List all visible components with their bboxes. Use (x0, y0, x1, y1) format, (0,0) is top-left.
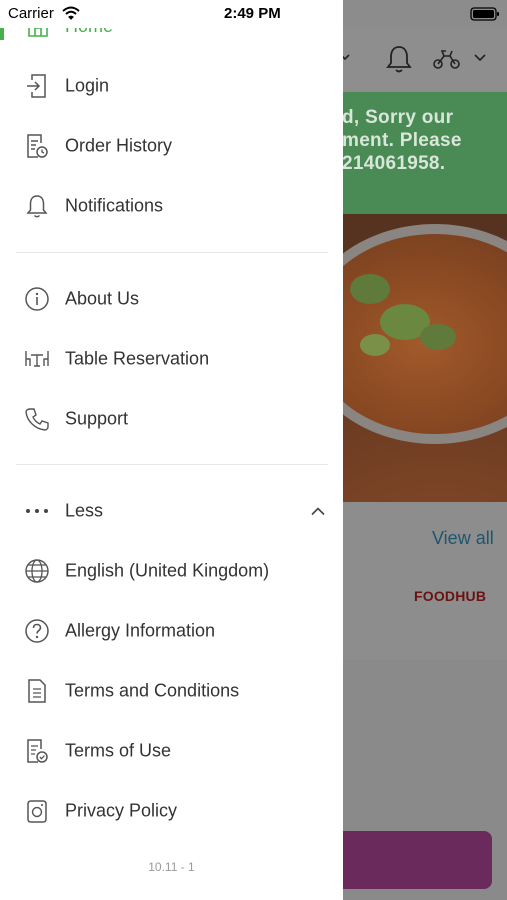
bell-icon[interactable] (386, 44, 412, 74)
navigation-drawer: Home Login Order History (0, 0, 343, 900)
drawer-item-label: About Us (65, 288, 140, 309)
drawer-item-label: Login (65, 75, 110, 96)
drawer-item-less[interactable]: Less (0, 483, 343, 539)
chevron-down-icon[interactable] (474, 54, 486, 62)
drawer-item-about-us[interactable]: About Us (0, 271, 343, 327)
drawer-item-privacy-policy[interactable]: Privacy Policy (0, 783, 343, 839)
drawer-item-label: Support (65, 408, 129, 429)
divider (16, 252, 328, 253)
question-icon (24, 618, 50, 644)
drawer-item-language[interactable]: English (United Kingdom) (0, 543, 343, 599)
drawer-item-label: Terms of Use (65, 740, 172, 761)
drawer-item-login[interactable]: Login (0, 58, 343, 114)
drawer-item-label: Allergy Information (65, 620, 216, 641)
more-dots-icon (24, 498, 50, 524)
drawer-item-order-history[interactable]: Order History (0, 118, 343, 174)
foodhub-logo: FOODHUB (414, 588, 487, 604)
view-all-link[interactable]: View all (432, 528, 494, 549)
drawer-item-label: Table Reservation (65, 348, 210, 369)
drawer-item-terms-of-use[interactable]: Terms of Use (0, 723, 343, 779)
wifi-icon (62, 6, 80, 20)
battery-icon (470, 7, 499, 21)
drawer-item-label: Notifications (65, 195, 164, 216)
chevron-up-icon (311, 507, 325, 516)
status-bar: Carrier 2:49 PM (0, 0, 507, 28)
bell-icon (24, 193, 50, 219)
app-version: 10.11 - 1 (148, 860, 195, 874)
info-icon (24, 286, 50, 312)
drawer-item-label: Less (65, 500, 104, 521)
login-icon (24, 73, 50, 99)
carrier-label: Carrier (8, 5, 54, 22)
divider (16, 464, 328, 465)
drawer-item-notifications[interactable]: Notifications (0, 178, 343, 234)
globe-icon (24, 558, 50, 584)
document-check-icon (24, 738, 50, 764)
drawer-item-label: English (United Kingdom) (65, 560, 270, 581)
drawer-item-table-reservation[interactable]: Table Reservation (0, 331, 343, 387)
drawer-item-label: Order History (65, 135, 173, 156)
table-icon (24, 346, 50, 372)
order-history-icon (24, 133, 50, 159)
notice-banner-text: d, Sorry our ment. Please 214061958. (342, 107, 462, 174)
drawer-item-terms-and-conditions[interactable]: Terms and Conditions (0, 663, 343, 719)
document-icon (24, 678, 50, 704)
status-time: 2:49 PM (224, 5, 281, 22)
phone-icon (24, 406, 50, 432)
drawer-item-support[interactable]: Support (0, 391, 343, 447)
drawer-item-label: Terms and Conditions (65, 680, 240, 701)
scooter-icon[interactable] (432, 48, 462, 70)
drawer-item-allergy-information[interactable]: Allergy Information (0, 603, 343, 659)
drawer-item-label: Privacy Policy (65, 800, 178, 821)
privacy-icon (24, 798, 50, 824)
cart-button[interactable] (330, 831, 492, 889)
